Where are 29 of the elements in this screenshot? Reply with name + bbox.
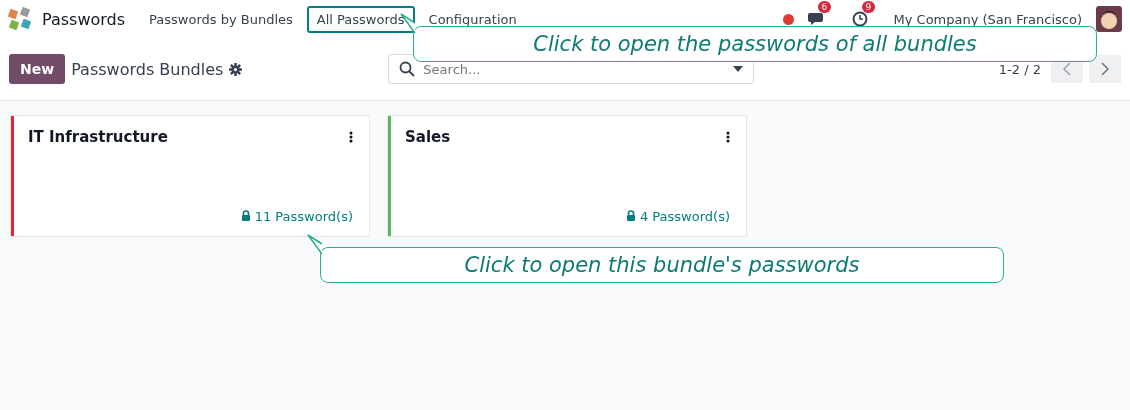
page-title: Passwords Bundles bbox=[71, 59, 224, 79]
app-logo-icon[interactable] bbox=[8, 7, 32, 31]
tooltip-tail bbox=[307, 234, 323, 256]
password-count-link[interactable]: 4 Password(s) bbox=[625, 209, 730, 224]
bundle-card[interactable]: Sales 4 Password(s) bbox=[387, 115, 747, 237]
new-button[interactable]: New bbox=[9, 54, 66, 84]
lock-icon bbox=[625, 210, 636, 221]
settings-icon[interactable] bbox=[229, 62, 243, 76]
search-icon bbox=[399, 61, 416, 77]
lock-icon bbox=[240, 210, 251, 221]
clock-icon[interactable] bbox=[851, 11, 868, 27]
company-switcher[interactable]: My Company (San Francisco) bbox=[893, 11, 1082, 27]
more-icon[interactable] bbox=[349, 131, 353, 143]
app-name[interactable]: Passwords bbox=[42, 9, 126, 29]
message-count: 6 bbox=[817, 1, 832, 13]
avatar-icon[interactable] bbox=[1096, 6, 1122, 32]
bundle-name: IT Infrastructure bbox=[28, 128, 168, 146]
bundle-name: Sales bbox=[405, 128, 451, 146]
password-count-link[interactable]: 11 Password(s) bbox=[240, 209, 353, 224]
status-dot[interactable] bbox=[782, 13, 794, 25]
chevron-right-icon bbox=[1101, 62, 1109, 76]
menu-item[interactable]: All Passwords bbox=[306, 5, 415, 33]
chat-icon[interactable] bbox=[807, 11, 826, 27]
chevron-left-icon bbox=[1063, 62, 1071, 76]
activity-count: 9 bbox=[861, 1, 876, 13]
more-icon[interactable] bbox=[726, 131, 730, 143]
menu-item[interactable]: Passwords by Bundles bbox=[139, 5, 303, 33]
bundle-card[interactable]: IT Infrastructure 11 Password(s) bbox=[10, 115, 370, 237]
pager-value[interactable]: 1-2 / 2 bbox=[998, 61, 1041, 77]
